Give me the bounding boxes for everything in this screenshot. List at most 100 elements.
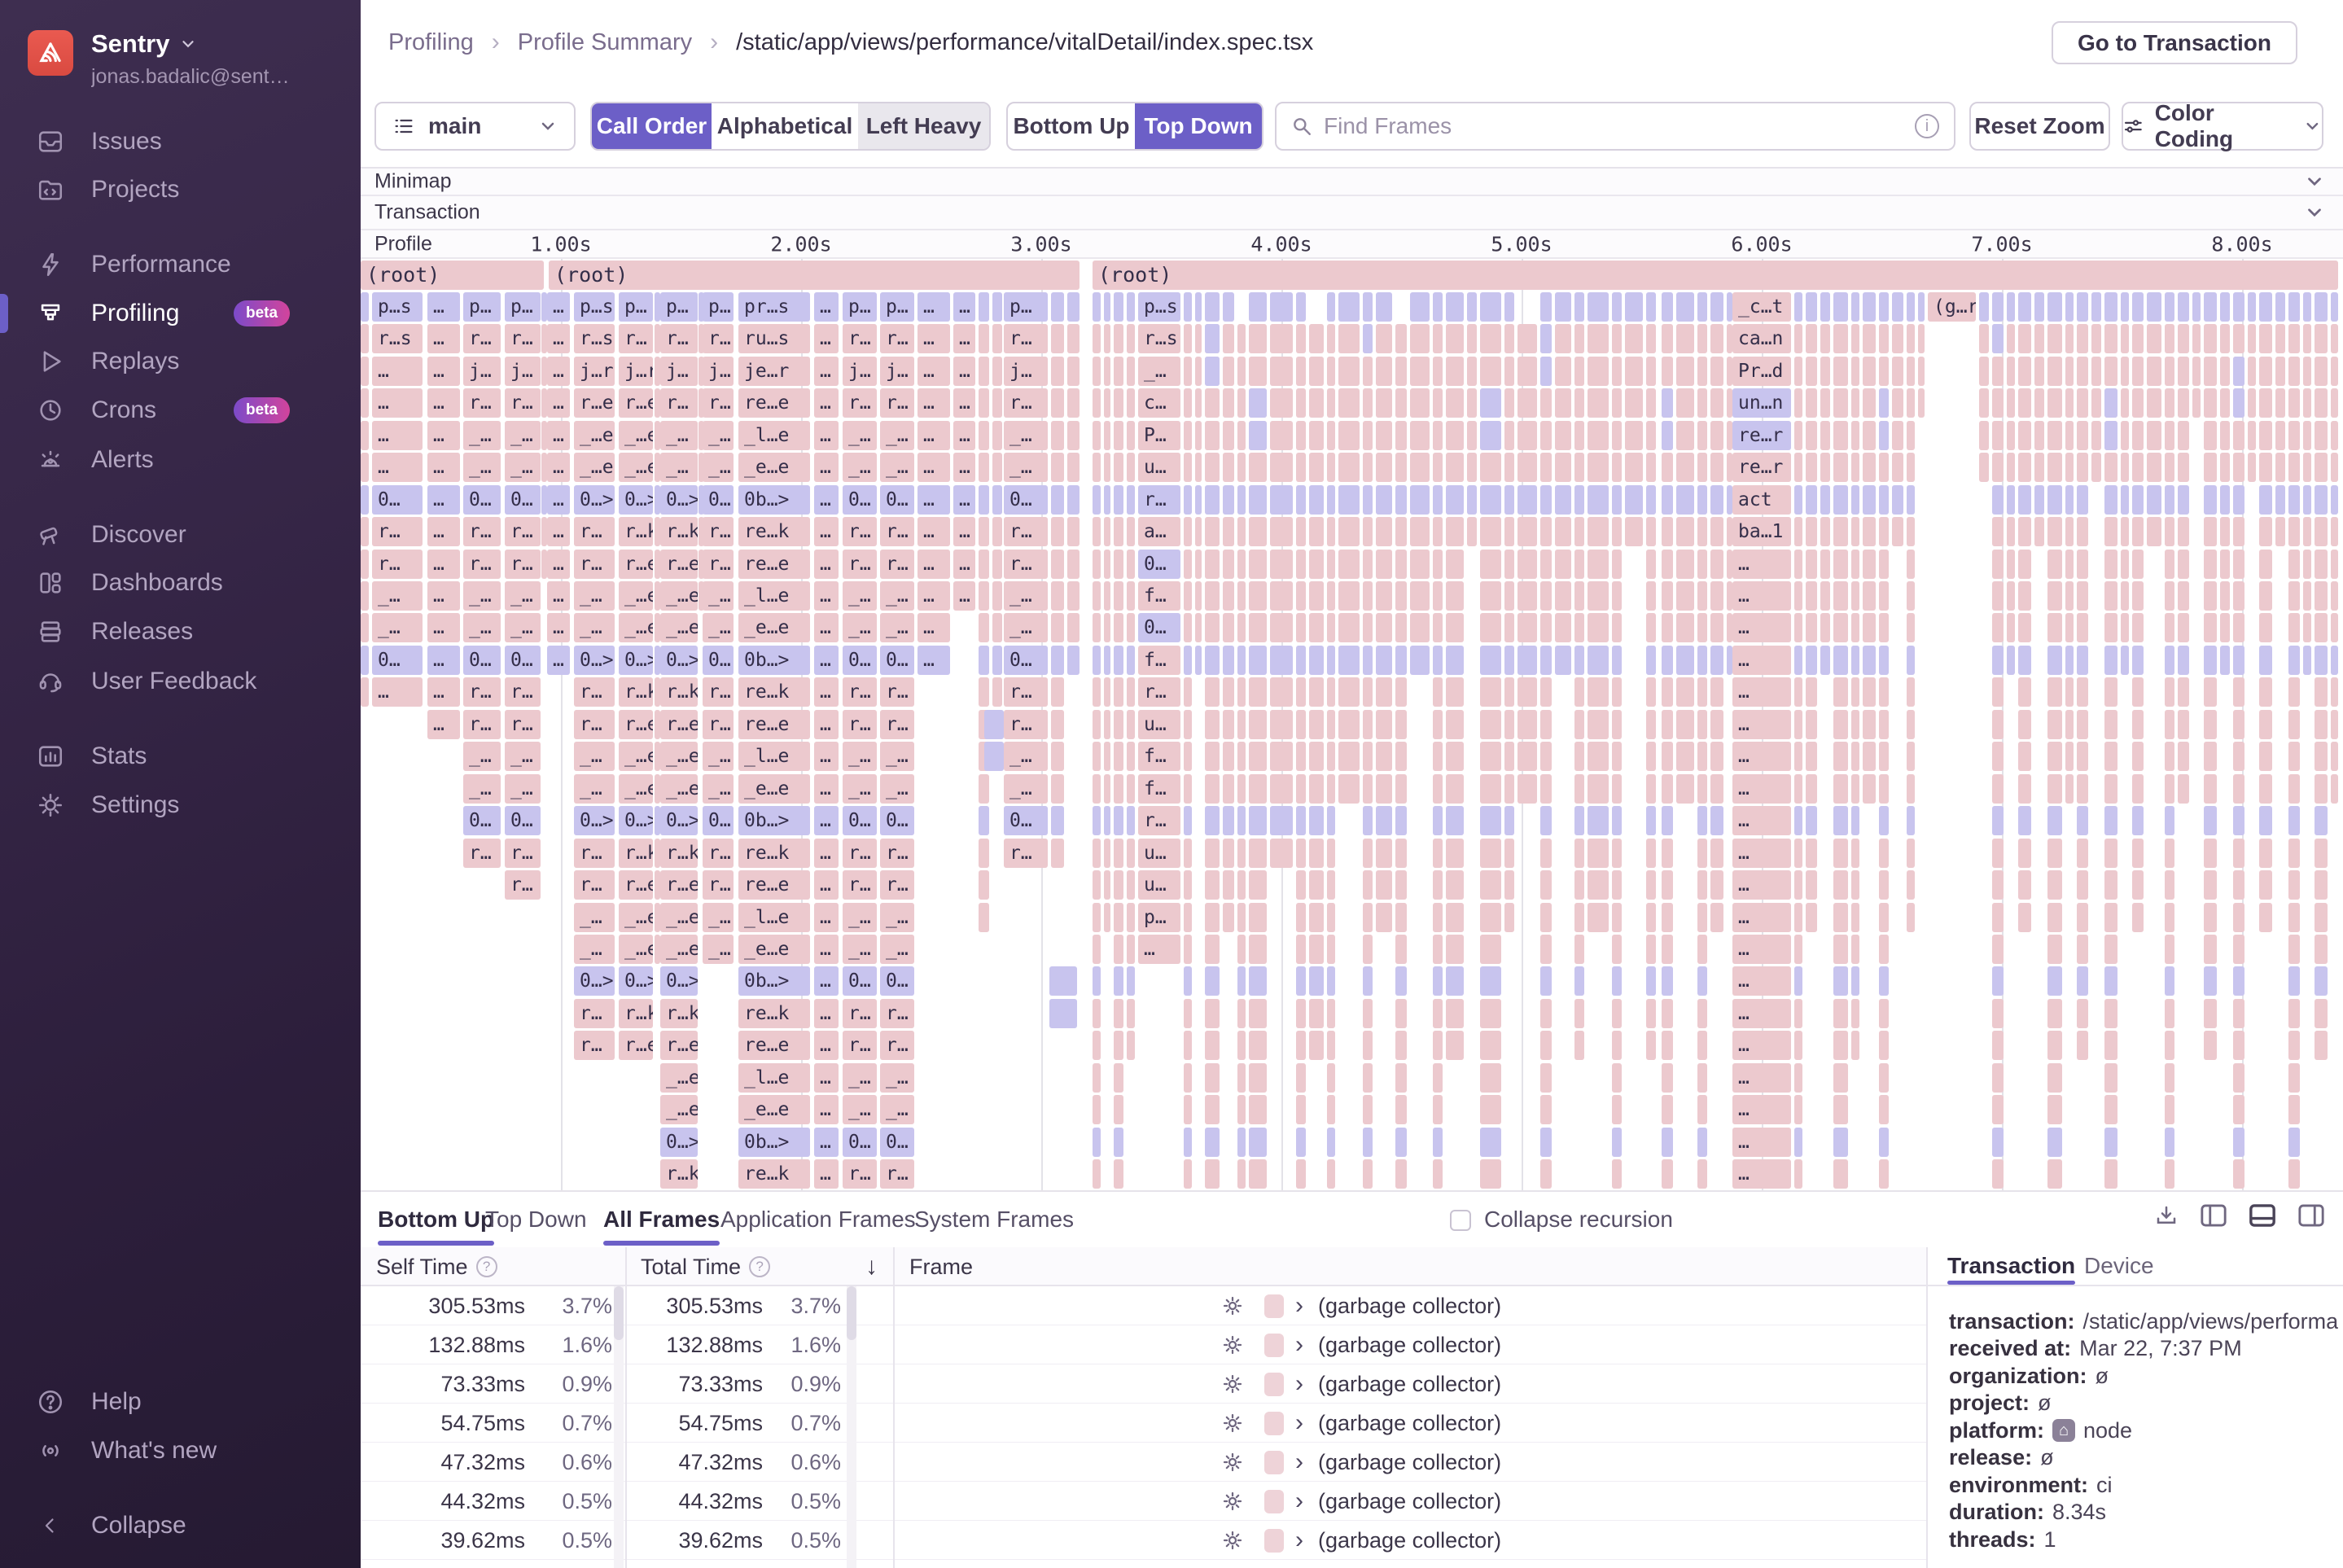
flame-cell[interactable]: r… [703,710,734,739]
flame-cell[interactable] [1327,388,1335,418]
flame-cell[interactable]: r… [880,324,914,353]
flame-cell[interactable] [1270,485,1293,515]
flame-cell[interactable]: r…e [660,550,698,579]
flame-cell[interactable] [1327,550,1335,579]
flame-cell[interactable] [1710,903,1723,932]
flame-cell[interactable]: … [547,581,570,611]
flame-cell[interactable] [1646,485,1656,515]
flame-cell[interactable]: r…e [619,550,653,579]
flame-cell[interactable] [1676,324,1694,353]
flame-cell[interactable] [1127,774,1135,804]
flame-cell[interactable] [1588,485,1609,515]
flame-cell[interactable]: … [372,677,423,707]
sidebar-item-projects[interactable]: Projects [0,167,361,212]
flame-cell[interactable] [1296,1063,1306,1093]
flame-cell[interactable] [2018,677,2031,707]
flame-cell[interactable]: re…e [738,1031,810,1060]
flame-cell[interactable] [1676,613,1694,642]
flame-cell[interactable]: p… [619,292,653,322]
flame-cell[interactable] [2018,710,2031,739]
flame-cell[interactable] [1433,742,1443,771]
flame-cell[interactable] [1127,357,1135,386]
flame-cell[interactable] [1646,550,1656,579]
flame-cell[interactable] [1223,421,1234,450]
flame-cell[interactable] [1820,292,1830,322]
flame-cell[interactable] [1446,999,1464,1028]
flame-cell[interactable] [1612,1031,1622,1060]
flame-cell[interactable] [2018,903,2031,932]
flame-cell[interactable] [1104,710,1110,739]
flame-cell[interactable] [1067,421,1080,450]
flame-cell[interactable]: … [1732,550,1791,579]
flame-cell[interactable] [1504,453,1514,482]
flame-cell[interactable] [2132,710,2144,739]
flame-cell[interactable] [2077,839,2088,868]
flame-cell[interactable]: … [917,485,950,515]
flame-cell[interactable] [1195,646,1202,675]
flame-cell[interactable] [1363,1095,1373,1124]
flame-cell[interactable] [1127,646,1135,675]
flame-cell[interactable] [2220,357,2230,386]
flame-cell[interactable] [2018,774,2031,804]
flame-cell[interactable] [1540,1063,1552,1093]
flame-cell[interactable] [1540,613,1552,642]
flame-cell[interactable] [1697,646,1707,675]
flame-cell[interactable] [1327,1159,1335,1189]
flame-cell[interactable] [1114,485,1123,515]
flame-cell[interactable] [1309,999,1324,1028]
flame-cell[interactable] [1555,581,1571,611]
flame-cell[interactable] [1979,357,1989,386]
flame-cell[interactable] [1114,966,1123,996]
flame-cell[interactable] [1223,903,1234,932]
flame-cell[interactable]: 0… [1004,806,1048,835]
flame-cell[interactable] [1051,742,1064,771]
flame-cell[interactable] [361,677,369,707]
flame-cell[interactable] [1646,774,1656,804]
sidebar-item-profiling[interactable]: Profilingbeta [0,291,361,336]
flame-cell[interactable] [1127,421,1135,450]
tab-bottom-up[interactable]: Bottom Up [378,1192,494,1247]
flame-cell[interactable] [1327,839,1335,868]
flame-cell[interactable] [2047,742,2062,771]
flame-cell[interactable] [2047,1095,2062,1124]
flame-cell[interactable] [1727,324,1732,353]
flame-cell[interactable]: … [427,324,460,353]
flame-cell[interactable]: _… [1004,421,1048,450]
flame-cell[interactable] [1697,581,1707,611]
flame-cell[interactable] [2165,453,2174,482]
flame-cell[interactable] [1992,388,2004,418]
flame-cell[interactable] [1892,388,1903,418]
flame-cell[interactable]: re…k [738,1159,810,1189]
flame-cell[interactable] [1296,646,1306,675]
flame-cell[interactable] [699,421,704,450]
flame-cell[interactable] [1327,710,1335,739]
flame-cell[interactable] [2233,550,2244,579]
flame-cell[interactable] [979,613,989,642]
flame-cell[interactable]: _… [372,613,423,642]
gear-icon[interactable] [1220,1294,1245,1324]
flame-cell[interactable] [655,742,660,771]
flame-cell[interactable] [1051,806,1064,835]
flame-cell[interactable] [1363,550,1373,579]
flame-cell[interactable] [1104,550,1110,579]
flame-cell[interactable] [1833,453,1848,482]
flame-cell[interactable] [1625,453,1643,482]
flame-cell[interactable]: r… [505,550,541,579]
flame-cell[interactable] [1249,1095,1267,1124]
flame-cell[interactable] [1093,870,1101,900]
flame-cell[interactable]: r… [1004,839,1048,868]
flame-cell[interactable] [1879,388,1889,418]
flame-cell[interactable] [1662,357,1673,386]
flame-cell[interactable] [1794,613,1802,642]
flame-cell[interactable] [1093,453,1101,482]
flame-cell[interactable]: c… [1138,388,1180,418]
flame-cell[interactable] [1067,550,1080,579]
flame-cell[interactable]: … [547,324,570,353]
flame-cell[interactable] [1446,485,1464,515]
flame-cell[interactable] [2204,999,2217,1028]
flame-cell[interactable] [2192,388,2201,418]
flame-cell[interactable] [1504,710,1514,739]
flame-cell[interactable]: re…e [738,870,810,900]
flame-cell[interactable] [1195,453,1202,482]
flame-cell[interactable] [1676,646,1694,675]
